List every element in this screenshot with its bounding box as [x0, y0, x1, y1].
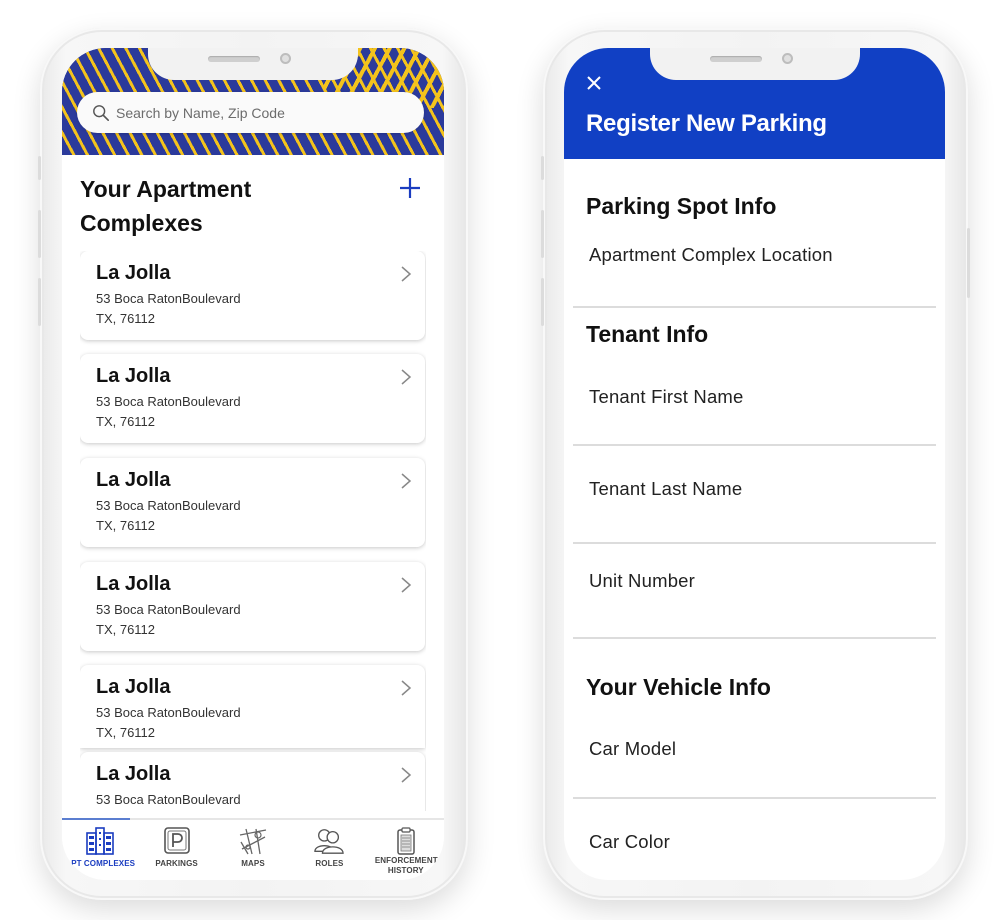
search-icon: [93, 104, 110, 121]
complex-address-line2: TX, 76112: [96, 414, 156, 429]
close-icon[interactable]: [586, 75, 602, 91]
nav-label: MAPS: [241, 859, 265, 868]
apartment-complexes-screen: Your Apartment Complexes La Jolla 53 Boc…: [62, 48, 444, 880]
page-title: Your Apartment Complexes: [80, 176, 252, 236]
complex-address-line2: TX, 76112: [96, 725, 156, 740]
search-bar[interactable]: [77, 92, 424, 133]
clipboard-icon: [397, 827, 415, 855]
complex-address-line2: TX, 76112: [96, 518, 156, 533]
notch: [649, 48, 860, 80]
complex-name: La Jolla: [96, 763, 171, 785]
field-apartment-complex-location[interactable]: Apartment Complex Location: [589, 244, 833, 266]
chevron-right-icon: [401, 680, 412, 696]
field-tenant-first-name[interactable]: Tenant First Name: [589, 386, 744, 408]
front-camera: [781, 53, 793, 64]
plus-icon[interactable]: [398, 176, 422, 200]
section-title-vehicle: Your Vehicle Info: [586, 674, 771, 700]
mute-switch: [38, 156, 41, 180]
nav-tab-apt-complexes[interactable]: APT COMPLEXES: [62, 820, 138, 880]
complex-address-line2: TX, 76112: [96, 311, 156, 326]
register-parking-screen: Register New Parking Parking Spot Info A…: [564, 48, 945, 880]
notch: [148, 48, 358, 80]
bottom-nav: APT COMPLEXES PARKINGS MAPS ROLES ENFORC…: [62, 818, 444, 880]
complex-card[interactable]: La Jolla 53 Boca RatonBoulevard TX, 7611…: [80, 665, 425, 748]
map-icon: [239, 828, 267, 855]
users-icon: [314, 829, 345, 854]
nav-tab-maps[interactable]: MAPS: [215, 820, 291, 880]
nav-tab-roles[interactable]: ROLES: [291, 820, 367, 880]
field-unit-number[interactable]: Unit Number: [589, 570, 695, 592]
chevron-right-icon: [401, 577, 412, 593]
complex-name: La Jolla: [96, 469, 171, 491]
search-input[interactable]: [116, 104, 396, 121]
complex-address-line1: 53 Boca RatonBoulevard: [96, 394, 241, 409]
complex-card[interactable]: La Jolla 53 Boca RatonBoulevard TX, 7611…: [80, 458, 425, 547]
power-button: [967, 228, 970, 298]
divider: [573, 637, 936, 639]
complex-card[interactable]: La Jolla 53 Boca RatonBoulevard: [80, 752, 425, 811]
parking-icon: [163, 827, 190, 854]
phone-frame-right: Register New Parking Parking Spot Info A…: [541, 28, 970, 900]
complex-name: La Jolla: [96, 676, 171, 698]
field-tenant-last-name[interactable]: Tenant Last Name: [589, 478, 742, 500]
speaker: [709, 56, 762, 62]
nav-tab-parkings[interactable]: PARKINGS: [138, 820, 214, 880]
complex-card[interactable]: La Jolla 53 Boca RatonBoulevard TX, 7611…: [80, 354, 425, 443]
section-title-tenant: Tenant Info: [586, 321, 709, 347]
complex-name: La Jolla: [96, 365, 171, 387]
divider: [573, 542, 936, 544]
front-camera: [280, 53, 291, 64]
nav-tab-enforcement-history[interactable]: ENFORCEMENT HISTORY: [368, 820, 444, 880]
volume-up-button: [541, 210, 544, 258]
complex-address-line1: 53 Boca RatonBoulevard: [96, 705, 241, 720]
form-title: Register New Parking: [586, 110, 827, 137]
nav-label: PARKINGS: [155, 859, 198, 868]
field-car-color[interactable]: Car Color: [589, 831, 670, 853]
complex-list: La Jolla 53 Boca RatonBoulevard TX, 7611…: [80, 251, 426, 811]
complex-address-line2: TX, 76112: [96, 622, 156, 637]
complex-name: La Jolla: [96, 262, 171, 284]
field-car-model[interactable]: Car Model: [589, 738, 676, 760]
chevron-right-icon: [401, 369, 412, 385]
volume-down-button: [38, 278, 41, 326]
chevron-right-icon: [401, 767, 412, 783]
mute-switch: [541, 156, 544, 180]
complex-address-line1: 53 Boca RatonBoulevard: [96, 602, 241, 617]
complex-address-line1: 53 Boca RatonBoulevard: [96, 498, 241, 513]
nav-label: APT COMPLEXES: [65, 859, 136, 868]
nav-label: ROLES: [315, 859, 344, 868]
phone-frame-left: Your Apartment Complexes La Jolla 53 Boc…: [38, 28, 468, 900]
complex-address-line1: 53 Boca RatonBoulevard: [96, 291, 241, 306]
buildings-icon: [86, 827, 115, 855]
divider: [573, 444, 936, 446]
nav-label: ENFORCEMENT HISTORY: [374, 856, 438, 875]
complex-card[interactable]: La Jolla 53 Boca RatonBoulevard TX, 7611…: [80, 562, 425, 651]
divider: [573, 797, 936, 799]
complex-name: La Jolla: [96, 573, 171, 595]
active-tab-indicator: [62, 818, 130, 820]
chevron-right-icon: [401, 266, 412, 282]
section-title-parking-spot: Parking Spot Info: [586, 193, 777, 219]
complex-card[interactable]: La Jolla 53 Boca RatonBoulevard TX, 7611…: [80, 251, 425, 340]
chevron-right-icon: [401, 473, 412, 489]
complex-address-line1: 53 Boca RatonBoulevard: [96, 792, 241, 807]
speaker: [208, 56, 260, 62]
divider: [573, 306, 936, 308]
volume-down-button: [541, 278, 544, 326]
volume-up-button: [38, 210, 41, 258]
